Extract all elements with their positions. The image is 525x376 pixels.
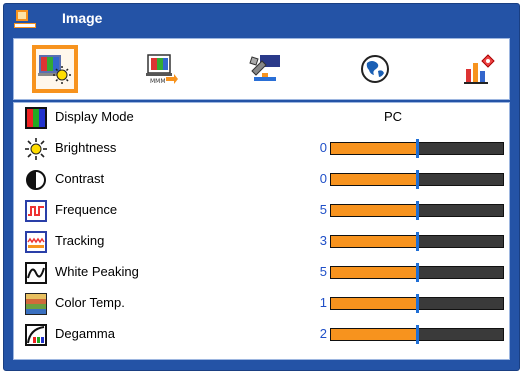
image-menu-icon (14, 10, 36, 28)
title-bar: Image (4, 4, 519, 34)
menu-row-contrast[interactable]: Contrast 0 (14, 165, 509, 195)
white-peaking-slider-fill (331, 267, 417, 278)
menu-row-display-mode[interactable]: Display Mode PC (14, 103, 509, 133)
color-temp-slider-fill (331, 298, 417, 309)
menu-row-color-temp[interactable]: Color Temp. 1 (14, 289, 509, 319)
gamma-curve-icon (25, 324, 47, 346)
degamma-slider-fill (331, 329, 417, 340)
degamma-slider[interactable] (330, 325, 504, 344)
window-title: Image (62, 10, 103, 26)
frequence-slider[interactable] (330, 201, 504, 220)
tab-management[interactable] (456, 45, 502, 93)
brightness-value: 0 (319, 140, 327, 155)
frequence-value: 5 (319, 202, 327, 217)
frequency-wave-icon (25, 200, 47, 222)
tab-setting[interactable] (242, 45, 288, 93)
white-peaking-slider[interactable] (330, 263, 504, 282)
contrast-value: 0 (319, 171, 327, 186)
image-settings-icon (38, 55, 71, 84)
white-peaking-slider-marker[interactable] (416, 263, 419, 282)
screen-settings-icon: MMM (146, 54, 178, 85)
contrast-slider[interactable] (330, 170, 504, 189)
menu-tab-bar: MMM (13, 38, 510, 100)
color-temp-slider-marker[interactable] (416, 294, 419, 313)
degamma-value: 2 (319, 326, 327, 341)
display-mode-label: Display Mode (55, 109, 134, 124)
tracking-icon (25, 231, 47, 253)
brightness-slider-marker[interactable] (416, 139, 419, 158)
brightness-slider[interactable] (330, 139, 504, 158)
menu-row-tracking[interactable]: Tracking 3 (14, 227, 509, 257)
degamma-label: Degamma (55, 326, 115, 341)
display-mode-value: PC (384, 109, 403, 124)
tracking-slider[interactable] (330, 232, 504, 251)
color-temp-icon (25, 293, 47, 315)
contrast-slider-marker[interactable] (416, 170, 419, 189)
tracking-value: 3 (319, 233, 327, 248)
frequence-slider-fill (331, 205, 417, 216)
language-globe-icon (361, 55, 389, 83)
color-temp-value: 1 (319, 295, 327, 310)
menu-row-frequence[interactable]: Frequence 5 (14, 196, 509, 226)
management-icon (464, 54, 495, 84)
contrast-slider-fill (331, 174, 417, 185)
contrast-icon (26, 170, 46, 190)
tracking-slider-fill (331, 236, 417, 247)
svg-text:MMM: MMM (150, 78, 166, 85)
setting-icon (249, 55, 280, 81)
tab-screen[interactable]: MMM (138, 45, 184, 93)
white-peaking-value: 5 (319, 264, 327, 279)
degamma-slider-marker[interactable] (416, 325, 419, 344)
frequence-label: Frequence (55, 202, 118, 217)
menu-row-brightness[interactable]: Brightness 0 (14, 134, 509, 164)
tab-image[interactable] (32, 45, 78, 93)
tracking-slider-marker[interactable] (416, 232, 419, 251)
brightness-label: Brightness (55, 140, 117, 155)
frequence-slider-marker[interactable] (416, 201, 419, 220)
brightness-slider-fill (331, 143, 417, 154)
osd-window: Image MMM Display Mode PC Brightness 0 C… (3, 3, 520, 371)
sun-icon (25, 138, 47, 160)
white-peaking-label: White Peaking (55, 264, 139, 279)
color-temp-slider[interactable] (330, 294, 504, 313)
sine-wave-icon (25, 262, 47, 284)
menu-row-degamma[interactable]: Degamma 2 (14, 320, 509, 350)
contrast-label: Contrast (55, 171, 105, 186)
menu-row-white-peaking[interactable]: White Peaking 5 (14, 258, 509, 288)
color-temp-label: Color Temp. (55, 295, 125, 310)
image-settings-panel: Display Mode PC Brightness 0 Contrast 0 … (13, 102, 510, 360)
tab-language[interactable] (352, 45, 398, 93)
tracking-label: Tracking (55, 233, 105, 248)
color-bars-icon (25, 107, 47, 129)
